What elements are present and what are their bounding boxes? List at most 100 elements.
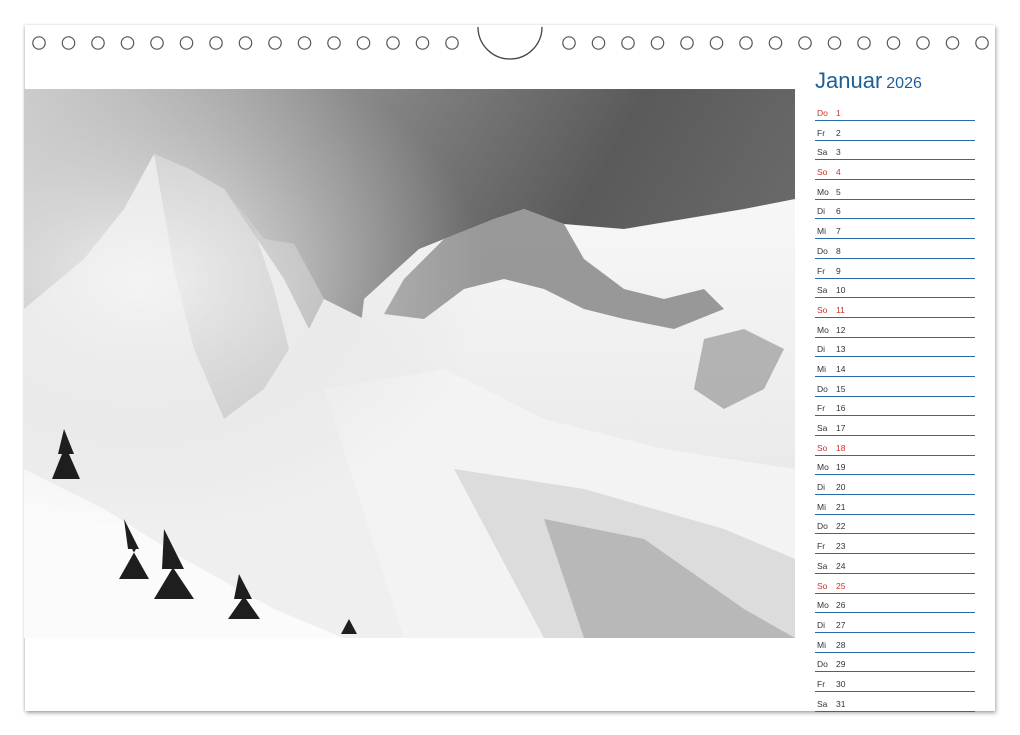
day-number: 2 [836,128,841,138]
day-row: Mi 28 [815,635,975,653]
day-number: 9 [836,266,841,276]
day-number: 23 [836,541,845,551]
day-number: 4 [836,167,841,177]
month-title: Januar2026 [815,68,922,94]
day-number: 7 [836,226,841,236]
spiral-ring-icon [210,37,222,49]
day-row: Sa24 [815,556,975,574]
weekday-label: Mo [817,462,829,472]
day-row: Do22 [815,516,975,534]
weekday-label: Sa [817,699,827,709]
weekday-label: Fr [817,128,825,138]
weekday-label: Mo [817,187,829,197]
spiral-ring-icon [416,37,428,49]
day-number: 3 [836,147,841,157]
spiral-ring-icon [92,37,104,49]
day-number: 29 [836,659,845,669]
spiral-ring-icon [946,37,958,49]
weekday-label: Do [817,384,828,394]
weekday-label: Mi [817,364,826,374]
weekday-label: Sa [817,561,827,571]
spiral-ring-icon [62,37,74,49]
spiral-ring-icon [563,37,575,49]
weekday-label: Fr [817,266,825,276]
spiral-ring-icon [592,37,604,49]
weekday-label: Do [817,659,828,669]
day-row: Fr 23 [815,536,975,554]
weekday-label: Di [817,344,825,354]
day-number: 13 [836,344,845,354]
day-row: Do 15 [815,379,975,397]
day-row: Fr 9 [815,261,975,279]
day-row: Fr30 [815,674,975,692]
day-row: Di6 [815,201,975,219]
day-number: 31 [836,699,845,709]
day-number: 12 [836,325,845,335]
weekday-label: Fr [817,403,825,413]
day-number: 6 [836,206,841,216]
spiral-ring-icon [151,37,163,49]
day-row: Sa17 [815,418,975,436]
day-number: 21 [836,502,845,512]
spiral-ring-icon [976,37,988,49]
day-row: Do 1 [815,103,975,121]
spiral-ring-icon [239,37,251,49]
weekday-label: Fr [817,541,825,551]
day-row: Di20 [815,477,975,495]
day-row: Mo 12 [815,320,975,338]
day-row: So 11 [815,300,975,318]
day-row: So 4 [815,162,975,180]
day-number: 19 [836,462,845,472]
day-number: 1 [836,108,841,118]
day-row: Mi7 [815,221,975,239]
spiral-ring-icon [387,37,399,49]
spiral-ring-icon [33,37,45,49]
day-number: 16 [836,403,845,413]
month-name: Januar [815,68,882,93]
day-number: 5 [836,187,841,197]
day-row: Fr 2 [815,123,975,141]
spiral-ring-icon [740,37,752,49]
spiral-ring-icon [121,37,133,49]
day-number: 25 [836,581,845,591]
day-row: So18 [815,438,975,456]
weekday-label: So [817,305,827,315]
day-number: 8 [836,246,841,256]
spiral-ring-icon [269,37,281,49]
day-row: Sa 3 [815,142,975,160]
day-number: 11 [836,305,845,315]
mountain-photo [24,89,795,638]
day-row: Sa10 [815,280,975,298]
weekday-label: Do [817,108,828,118]
weekday-label: Di [817,620,825,630]
weekday-label: Do [817,521,828,531]
day-number: 15 [836,384,845,394]
spiral-ring-icon [328,37,340,49]
day-row: Mi14 [815,359,975,377]
spiral-ring-icon [298,37,310,49]
day-row: Mo 19 [815,457,975,475]
day-row: Mo26 [815,595,975,613]
weekday-label: Mi [817,640,826,650]
day-number: 17 [836,423,845,433]
spiral-ring-icon [622,37,634,49]
hanger-notch-icon [478,27,542,59]
weekday-label: So [817,167,827,177]
spiral-ring-icon [446,37,458,49]
spiral-ring-icon [917,37,929,49]
spiral-ring-icon [710,37,722,49]
day-row: Do8 [815,241,975,259]
weekday-label: Mo [817,600,829,610]
spiral-ring-icon [357,37,369,49]
weekday-label: Mo [817,325,829,335]
day-row: Do 29 [815,654,975,672]
spiral-ring-icon [769,37,781,49]
day-row: Di27 [815,615,975,633]
spiral-ring-icon [651,37,663,49]
day-row: Fr 16 [815,398,975,416]
weekday-label: Sa [817,147,827,157]
day-list: Do1Fr2Sa3So4Mo5Di6Mi7Do8Fr9Sa10So11Mo12D… [815,103,975,713]
day-number: 28 [836,640,845,650]
day-row: Sa 31 [815,694,975,712]
day-row: Mo 5 [815,182,975,200]
